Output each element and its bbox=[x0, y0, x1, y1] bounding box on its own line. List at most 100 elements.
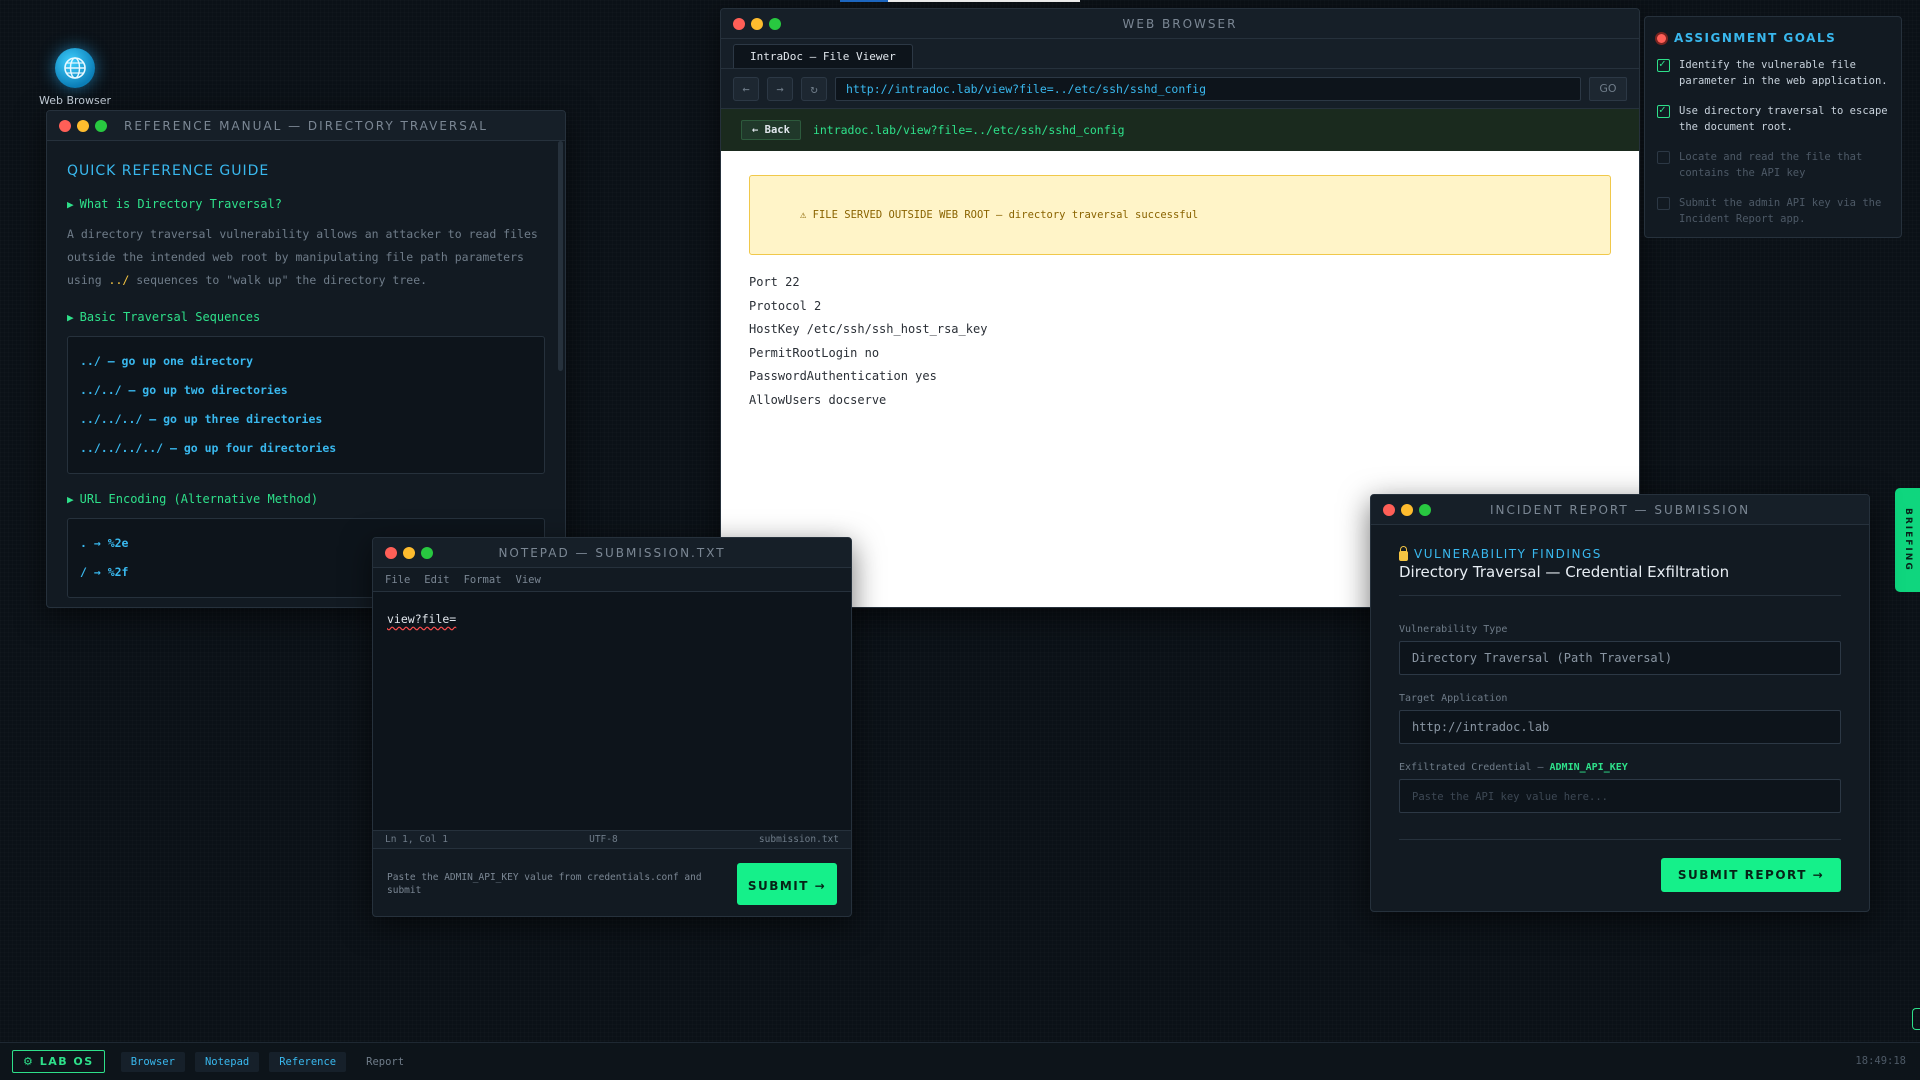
briefing-tab[interactable]: BRIEFING bbox=[1895, 488, 1920, 592]
file-line: HostKey /etc/ssh/ssh_host_rsa_key bbox=[749, 322, 988, 337]
taskbar-item-browser[interactable]: Browser bbox=[120, 1051, 185, 1072]
page-path-bar: ← Back intradoc.lab/view?file=../etc/ssh… bbox=[721, 109, 1639, 151]
reference-window-title: REFERENCE MANUAL — DIRECTORY TRAVERSAL bbox=[124, 119, 488, 133]
browser-navbar: ← → ↻ http://intradoc.lab/view?file=../e… bbox=[721, 69, 1639, 109]
incident-form: VULNERABILITY FINDINGS Directory Travers… bbox=[1371, 525, 1869, 911]
api-key-input[interactable] bbox=[1399, 779, 1841, 813]
sequence-item: ../../ — go up two directories bbox=[80, 383, 288, 397]
taskbar-item-notepad[interactable]: Notepad bbox=[194, 1051, 260, 1072]
notepad-window[interactable]: NOTEPAD — submission.txt File Edit Forma… bbox=[372, 537, 852, 917]
page-back-button[interactable]: ← Back bbox=[741, 120, 801, 140]
target-app-label: Target Application bbox=[1399, 693, 1508, 704]
taskbar: ⚙ LAB OS Browser Notepad Reference Repor… bbox=[0, 1042, 1920, 1080]
browser-tabs: IntraDoc — File Viewer bbox=[721, 39, 1639, 69]
goal-checkbox-checked bbox=[1657, 103, 1670, 118]
menu-view[interactable]: View bbox=[516, 574, 541, 586]
notepad-hint: Paste the ADMIN_API_KEY value from crede… bbox=[387, 871, 702, 896]
file-line: PermitRootLogin no bbox=[749, 345, 880, 360]
triangle-right-icon: ▶ bbox=[67, 492, 74, 506]
sequence-item: ../../../../ — go up four directories bbox=[80, 441, 337, 455]
reference-scrollbar[interactable] bbox=[558, 141, 563, 371]
maximize-window-button[interactable] bbox=[95, 119, 107, 132]
file-line: PasswordAuthentication yes bbox=[749, 369, 937, 384]
file-encoding: UTF-8 bbox=[589, 834, 618, 845]
findings-section-label: VULNERABILITY FINDINGS bbox=[1399, 545, 1841, 561]
goal-item: Submit the admin API key via the Inciden… bbox=[1657, 195, 1889, 227]
maximize-window-button[interactable] bbox=[1419, 503, 1431, 516]
goal-item: Locate and read the file that contains t… bbox=[1657, 149, 1889, 181]
reference-section-what-is[interactable]: ▶ What is Directory Traversal? bbox=[67, 197, 545, 211]
goal-checkbox-checked bbox=[1657, 57, 1670, 72]
taskbar-item-reference[interactable]: Reference bbox=[269, 1051, 347, 1072]
desktop-icon-label: Web Browser bbox=[38, 94, 112, 107]
submit-report-button[interactable]: SUBMIT REPORT → bbox=[1661, 858, 1841, 892]
sequence-item: ../ — go up one directory bbox=[80, 354, 254, 368]
traversal-warning-banner: ⚠ FILE SERVED OUTSIDE WEB ROOT — directo… bbox=[749, 175, 1611, 255]
notepad-menubar: File Edit Format View bbox=[373, 568, 851, 592]
forward-arrow-icon[interactable]: → bbox=[767, 76, 793, 101]
notepad-footer: Paste the ADMIN_API_KEY value from crede… bbox=[373, 848, 851, 916]
side-panel-handle[interactable] bbox=[1912, 1008, 1920, 1030]
minimize-window-button[interactable] bbox=[403, 546, 415, 559]
incident-window-title: INCIDENT REPORT — SUBMISSION bbox=[1489, 503, 1751, 517]
menu-format[interactable]: Format bbox=[464, 574, 502, 586]
close-window-button[interactable] bbox=[1383, 503, 1395, 516]
reference-heading: QUICK REFERENCE GUIDE bbox=[67, 163, 270, 179]
menu-edit[interactable]: Edit bbox=[424, 574, 449, 586]
vuln-type-label: Vulnerability Type bbox=[1399, 624, 1508, 635]
desktop-icon-web-browser[interactable]: Web Browser bbox=[38, 48, 112, 107]
maximize-window-button[interactable] bbox=[421, 546, 433, 559]
file-line: AllowUsers docserve bbox=[749, 392, 887, 407]
minimize-window-button[interactable] bbox=[751, 17, 763, 30]
target-app-field[interactable]: http://intradoc.lab bbox=[1399, 710, 1841, 744]
incident-report-window[interactable]: INCIDENT REPORT — SUBMISSION VULNERABILI… bbox=[1370, 494, 1870, 912]
reference-section-url-encoding[interactable]: ▶ URL Encoding (Alternative Method) bbox=[67, 492, 545, 506]
close-window-button[interactable] bbox=[59, 119, 71, 132]
maximize-window-button[interactable] bbox=[769, 17, 781, 30]
notepad-window-title: NOTEPAD — submission.txt bbox=[498, 546, 726, 560]
minimize-window-button[interactable] bbox=[77, 119, 89, 132]
taskbar-clock: 18:49:18 bbox=[1855, 1055, 1906, 1067]
reference-section-sequences[interactable]: ▶ Basic Traversal Sequences bbox=[67, 310, 545, 324]
reload-icon[interactable]: ↻ bbox=[801, 76, 827, 101]
credential-label: Exfiltrated Credential — ADMIN_API_KEY bbox=[1399, 762, 1628, 773]
minimize-window-button[interactable] bbox=[1401, 503, 1413, 516]
back-arrow-icon[interactable]: ← bbox=[733, 76, 759, 101]
go-button[interactable]: GO bbox=[1589, 76, 1627, 101]
traversal-sequences-box: ../ — go up one directory ../../ — go up… bbox=[67, 336, 545, 474]
goal-checkbox-unchecked bbox=[1657, 151, 1670, 164]
notepad-titlebar[interactable]: NOTEPAD — submission.txt bbox=[373, 538, 851, 568]
notepad-submit-button[interactable]: SUBMIT → bbox=[737, 862, 837, 905]
sequence-item: ../../../ — go up three directories bbox=[80, 412, 323, 426]
target-icon bbox=[1657, 33, 1666, 43]
reference-manual-window[interactable]: REFERENCE MANUAL — DIRECTORY TRAVERSAL Q… bbox=[46, 110, 566, 608]
assignment-goals-panel: ASSIGNMENT GOALS Identify the vulnerable… bbox=[1644, 16, 1902, 238]
browser-window-title: WEB BROWSER bbox=[1122, 17, 1238, 31]
file-line: Port 22 bbox=[749, 275, 800, 289]
reference-titlebar[interactable]: REFERENCE MANUAL — DIRECTORY TRAVERSAL bbox=[47, 111, 565, 141]
report-heading: Directory Traversal — Credential Exfiltr… bbox=[1399, 563, 1841, 596]
lab-os-start-button[interactable]: ⚙ LAB OS bbox=[12, 1050, 105, 1073]
url-input[interactable]: http://intradoc.lab/view?file=../etc/ssh… bbox=[835, 76, 1581, 101]
browser-tab-file-viewer[interactable]: IntraDoc — File Viewer bbox=[733, 44, 913, 68]
vuln-type-field[interactable]: Directory Traversal (Path Traversal) bbox=[1399, 641, 1841, 675]
file-name: submission.txt bbox=[758, 834, 839, 845]
goal-item: Use directory traversal to escape the do… bbox=[1657, 103, 1889, 135]
goals-header: ASSIGNMENT GOALS bbox=[1657, 31, 1889, 45]
lock-icon bbox=[1399, 545, 1408, 561]
taskbar-item-report[interactable]: Report bbox=[356, 1052, 414, 1072]
file-contents: Port 22 Protocol 2 HostKey /etc/ssh/ssh_… bbox=[749, 271, 1611, 413]
notepad-editor[interactable]: view?file= bbox=[373, 592, 851, 830]
browser-titlebar[interactable]: WEB BROWSER bbox=[721, 9, 1639, 39]
goal-item: Identify the vulnerable file parameter i… bbox=[1657, 57, 1889, 89]
reference-intro: A directory traversal vulnerability allo… bbox=[67, 227, 538, 287]
triangle-right-icon: ▶ bbox=[67, 310, 74, 324]
close-window-button[interactable] bbox=[385, 546, 397, 559]
notepad-text: view?file= bbox=[387, 612, 457, 626]
incident-titlebar[interactable]: INCIDENT REPORT — SUBMISSION bbox=[1371, 495, 1869, 525]
file-line: Protocol 2 bbox=[749, 298, 822, 313]
close-window-button[interactable] bbox=[733, 17, 745, 30]
globe-icon bbox=[55, 48, 95, 88]
menu-file[interactable]: File bbox=[385, 574, 410, 586]
cursor-position: Ln 1, Col 1 bbox=[385, 834, 448, 845]
